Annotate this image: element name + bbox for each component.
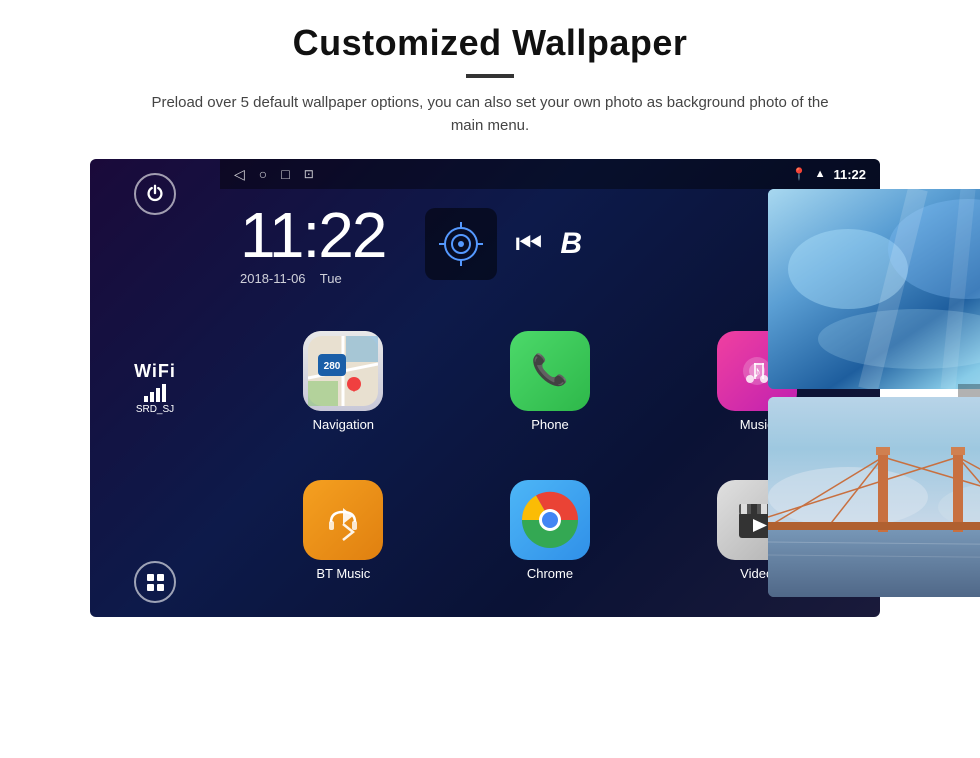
wallpaper-thumbnails: CarSetting — [768, 189, 980, 597]
clock-date: 2018-11-06 Tue — [240, 271, 342, 286]
chrome-icon — [510, 480, 590, 560]
phone-label: Phone — [531, 417, 569, 432]
app-bt-music[interactable]: BT Music — [240, 456, 447, 605]
wifi-bars — [144, 384, 166, 402]
power-button[interactable] — [134, 173, 176, 215]
svg-text:📞: 📞 — [531, 350, 569, 387]
page-subtitle: Preload over 5 default wallpaper options… — [140, 92, 840, 137]
clock-time: 11:22 — [240, 203, 385, 267]
signal-svg-icon — [439, 222, 483, 266]
wallpaper-ice[interactable] — [768, 189, 980, 389]
prev-track-button[interactable]: ⏮ — [515, 227, 542, 261]
wifi-label: WiFi — [134, 361, 176, 382]
status-right: 📍 ▲ 11:22 — [792, 167, 866, 182]
wifi-ssid: SRD_SJ — [136, 404, 174, 415]
app-navigation[interactable]: 280 Navigation — [240, 307, 447, 456]
home-icon: ○ — [259, 166, 267, 182]
app-chrome[interactable]: Chrome — [447, 456, 654, 605]
signal-icon: ▲ — [815, 168, 826, 180]
apps-grid-icon — [147, 574, 164, 591]
sidebar: WiFi SRD_SJ — [90, 159, 220, 617]
wifi-bar-1 — [144, 396, 148, 402]
screenshot-icon: ⊡ — [304, 167, 314, 181]
wifi-bar-2 — [150, 392, 154, 402]
bt-music-icon — [303, 480, 383, 560]
phone-icon: 📞 — [510, 331, 590, 411]
widget-icons: ⏮ B — [425, 208, 582, 280]
status-left: ◁ ○ □ ⊡ — [234, 166, 314, 183]
chrome-label: Chrome — [527, 566, 573, 581]
back-icon: ◁ — [234, 166, 245, 183]
status-time: 11:22 — [833, 167, 866, 182]
status-bar: ◁ ○ □ ⊡ 📍 ▲ 11:22 — [220, 159, 880, 189]
title-divider — [466, 74, 514, 78]
wifi-bar-4 — [162, 384, 166, 402]
recent-icon: □ — [281, 166, 289, 182]
navigation-label: Navigation — [313, 417, 374, 432]
app-phone[interactable]: 📞 Phone — [447, 307, 654, 456]
navigation-icon: 280 — [303, 331, 383, 411]
clock-day: Tue — [320, 271, 342, 286]
apps-button[interactable] — [134, 561, 176, 603]
location-icon: 📍 — [792, 167, 807, 181]
wifi-section: WiFi SRD_SJ — [134, 361, 176, 415]
wifi-bar-3 — [156, 388, 160, 402]
signal-widget[interactable] — [425, 208, 497, 280]
bluetooth-label[interactable]: B — [560, 227, 582, 261]
page-wrapper: Customized Wallpaper Preload over 5 defa… — [0, 0, 980, 758]
svg-text:280: 280 — [324, 361, 341, 372]
page-title: Customized Wallpaper — [293, 22, 688, 64]
clock-section: 11:22 2018-11-06 Tue — [240, 203, 385, 286]
bt-music-label: BT Music — [316, 566, 370, 581]
wallpaper-bridge[interactable] — [768, 397, 980, 597]
android-device: WiFi SRD_SJ — [90, 159, 890, 627]
android-screen: WiFi SRD_SJ — [90, 159, 880, 617]
clock-date-value: 2018-11-06 — [240, 271, 306, 286]
